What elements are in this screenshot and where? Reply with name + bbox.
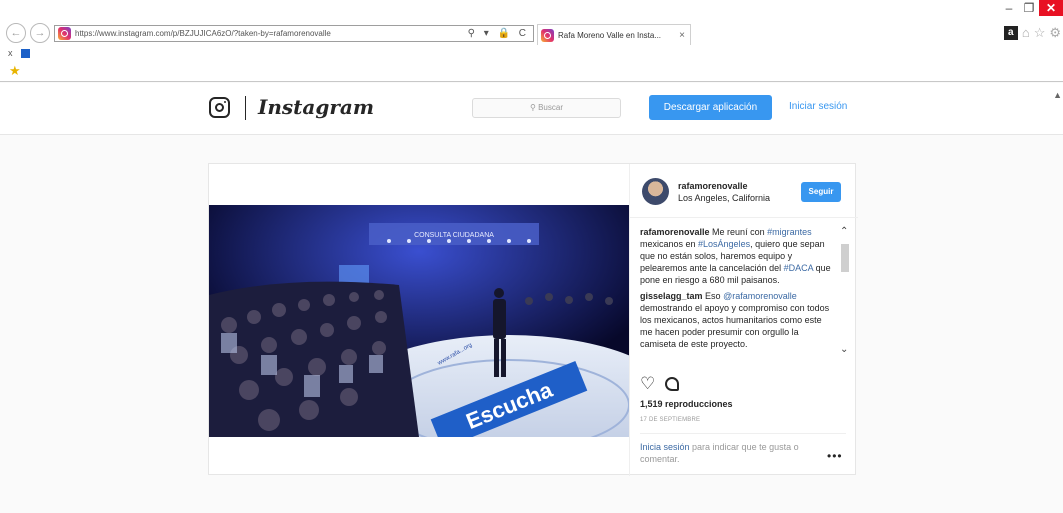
avatar[interactable] (642, 178, 669, 205)
header-divider (245, 96, 246, 120)
tab-close-icon[interactable]: × (674, 30, 690, 41)
minimize-button[interactable]: – (999, 0, 1019, 16)
scrollbar-thumb[interactable] (841, 244, 849, 272)
view-count: 1,519 reproducciones (640, 399, 733, 409)
amazon-icon[interactable]: a (1003, 26, 1018, 40)
hashtag-link[interactable]: #migrantes (767, 227, 812, 237)
comment: gisselagg_tam Eso @rafamorenovalle demos… (640, 290, 835, 350)
caption: rafamorenovalle Me reuní con #migrantes … (640, 226, 835, 286)
download-app-button[interactable]: Descargar aplicación (649, 95, 772, 120)
star-icon[interactable]: ☆ (1034, 26, 1046, 40)
instagram-camera-icon[interactable] (209, 97, 230, 118)
window-controls: – ❐ ✕ (999, 0, 1063, 16)
chevron-down-icon[interactable]: ⌄ (840, 344, 848, 355)
close-bar-icon[interactable]: x (8, 48, 13, 58)
video-frame-image: CONSULTA CIUDADANA Escucha www.rafa...or… (209, 205, 629, 437)
tab-favicon-icon (541, 28, 554, 42)
banner-text: CONSULTA CIUDADANA (414, 232, 494, 239)
comment-text: demostrando el apoyo y compromiso con to… (640, 303, 830, 349)
login-prompt-link[interactable]: Inicia sesión (640, 442, 690, 452)
post-video[interactable]: CONSULTA CIUDADANA Escucha www.rafa...or… (209, 205, 629, 437)
post-card: CONSULTA CIUDADANA Escucha www.rafa...or… (208, 163, 858, 476)
comment-text: Eso (705, 291, 724, 301)
back-button[interactable]: ← (6, 23, 26, 43)
follow-button[interactable]: Seguir (801, 182, 841, 202)
page-scroll-up-icon[interactable]: ▲ (1053, 90, 1062, 100)
hashtag-link[interactable]: #DACA (784, 263, 814, 273)
instagram-favicon-icon (58, 27, 71, 40)
url-text[interactable]: https://www.instagram.com/p/BZJUJICA6zO/… (75, 29, 468, 38)
caption-text: mexicanos en (640, 239, 699, 249)
login-link[interactable]: Iniciar sesión (789, 101, 847, 112)
close-window-button[interactable]: ✕ (1039, 0, 1063, 16)
hashtag-link[interactable]: #LosÁngeles (698, 239, 750, 249)
command-row: x (8, 48, 30, 58)
tab-title: Rafa Moreno Valle en Insta... (558, 30, 662, 40)
mention-link[interactable]: @rafamorenovalle (723, 291, 797, 301)
address-tools-icons[interactable]: ⚲ ▾ 🔒 C (468, 28, 533, 39)
instagram-wordmark[interactable]: Instagram (258, 95, 374, 119)
comments-scrollbar[interactable]: ⌃ ⌄ (838, 226, 852, 368)
forward-button[interactable]: → (30, 23, 50, 43)
post-actions: ♡ (640, 375, 680, 392)
post-author-header: rafamorenovalle Los Angeles, California … (630, 164, 858, 218)
chevron-up-icon[interactable]: ⌃ (840, 226, 848, 237)
favorites-star-icon[interactable]: ★ (9, 63, 21, 79)
author-username[interactable]: rafamorenovalle (678, 181, 748, 191)
address-bar[interactable]: https://www.instagram.com/p/BZJUJICA6zO/… (54, 25, 534, 42)
heart-icon[interactable]: ♡ (640, 375, 655, 392)
post-sidebar: rafamorenovalle Los Angeles, California … (629, 164, 858, 476)
browser-toolbar-right: a ⌂ ☆ ⚙ (1003, 26, 1061, 40)
comment-icon[interactable] (665, 377, 680, 391)
more-options-icon[interactable]: ••• (827, 449, 843, 463)
browser-tab[interactable]: Rafa Moreno Valle en Insta... × (537, 24, 691, 45)
comment-username[interactable]: gisselagg_tam (640, 291, 703, 301)
search-input[interactable]: ⚲ Buscar (472, 98, 621, 118)
instagram-header: Instagram ⚲ Buscar Descargar aplicación … (0, 83, 1063, 135)
browser-chrome: – ❐ ✕ ← → https://www.instagram.com/p/BZ… (0, 0, 1063, 82)
home-icon[interactable]: ⌂ (1022, 26, 1030, 40)
caption-text: Me reuní con (712, 227, 768, 237)
restore-button[interactable]: ❐ (1019, 0, 1039, 16)
comments-list[interactable]: rafamorenovalle Me reuní con #migrantes … (640, 226, 835, 368)
caption-username[interactable]: rafamorenovalle (640, 227, 710, 237)
post-date[interactable]: 17 DE SEPTIEMBRE (640, 417, 700, 423)
divider (640, 433, 846, 434)
post-location[interactable]: Los Angeles, California (678, 193, 770, 203)
login-prompt: Inicia sesión para indicar que te gusta … (640, 441, 830, 465)
page-tools-icon[interactable] (20, 48, 30, 58)
gear-icon[interactable]: ⚙ (1049, 26, 1061, 40)
